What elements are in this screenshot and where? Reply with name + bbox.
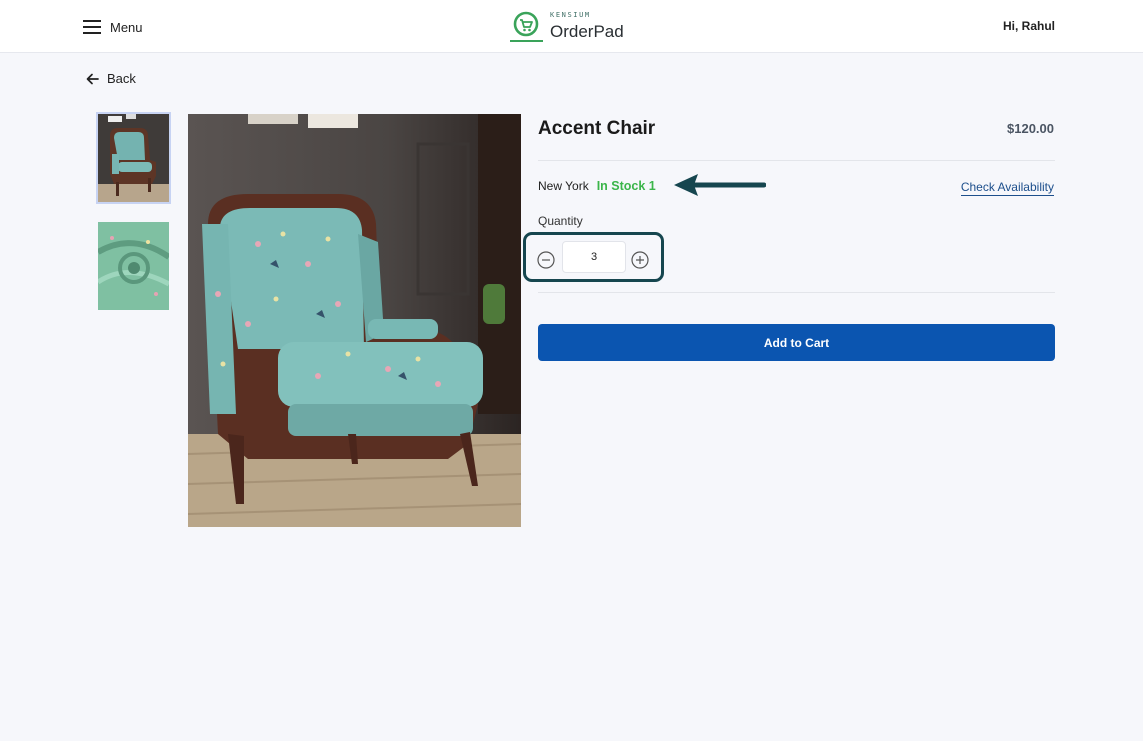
back-label: Back — [107, 71, 136, 86]
cart-logo-icon — [510, 11, 543, 42]
chair-thumbnail-image — [98, 114, 169, 202]
plus-circle-icon[interactable] — [631, 251, 649, 269]
product-thumbnail-fabric[interactable] — [98, 222, 169, 310]
location-label: New York — [538, 179, 589, 193]
brand-name: OrderPad — [550, 22, 624, 41]
details-divider-top — [538, 160, 1055, 161]
add-to-cart-button[interactable]: Add to Cart — [538, 324, 1055, 361]
product-price: $120.00 — [1007, 121, 1054, 136]
quantity-input[interactable] — [562, 241, 626, 273]
menu-label: Menu — [110, 19, 143, 35]
product-title: Accent Chair — [538, 118, 656, 139]
details-divider-bottom — [538, 292, 1055, 293]
fabric-thumbnail-image — [98, 222, 169, 310]
accent-chair-image — [188, 114, 521, 527]
stock-status: In Stock 1 — [596, 179, 656, 193]
stock-info: New York In Stock 1 — [538, 179, 656, 193]
minus-circle-icon[interactable] — [537, 251, 555, 269]
annotation-arrow-icon — [674, 174, 766, 196]
product-main-image — [188, 114, 521, 527]
top-header: Menu KENSIUM OrderPad Hi, Rahul — [0, 0, 1143, 53]
hamburger-icon — [83, 20, 101, 34]
menu-button[interactable]: Menu — [83, 17, 143, 37]
product-thumbnail-chair[interactable] — [98, 114, 169, 202]
quantity-stepper — [523, 232, 664, 282]
user-greeting[interactable]: Hi, Rahul — [1003, 19, 1055, 33]
orderpad-logo[interactable]: KENSIUM OrderPad — [510, 9, 628, 45]
back-button[interactable]: Back — [86, 71, 136, 86]
quantity-label: Quantity — [538, 214, 583, 228]
brand-tagline: KENSIUM — [550, 11, 591, 19]
arrow-left-icon — [86, 73, 99, 84]
check-availability-link[interactable]: Check Availability — [960, 180, 1054, 196]
